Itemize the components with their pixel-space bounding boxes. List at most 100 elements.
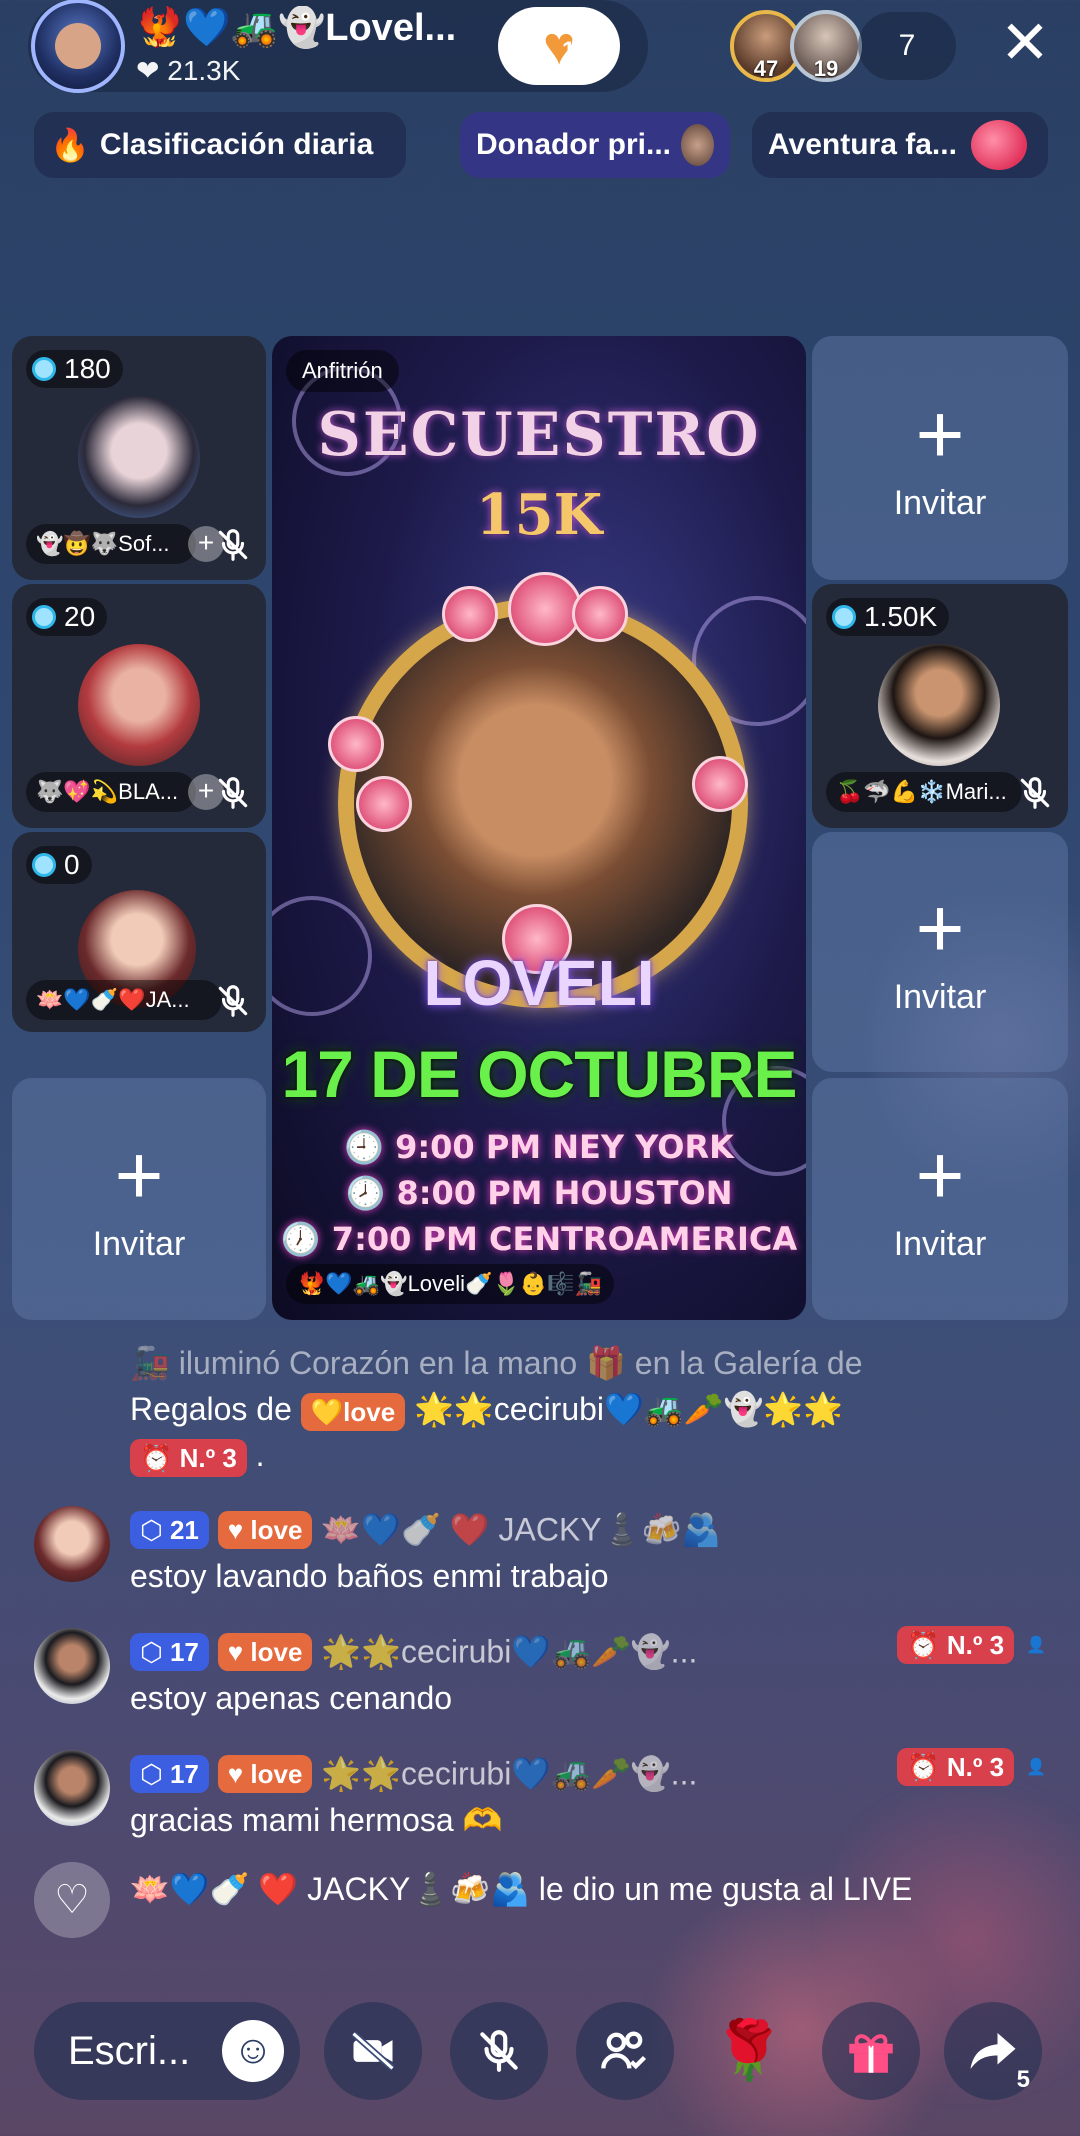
guest-name: 🪷💙🍼❤️JA... — [26, 980, 222, 1020]
mic-off-icon — [480, 2030, 518, 2072]
username: 🌟🌟cecirubi💙🚜🥕👻🌟🌟 — [414, 1391, 844, 1427]
guest-tile[interactable]: 180 👻🤠🐺Sof... + — [12, 336, 266, 580]
rose-decoration — [442, 586, 498, 642]
rose-decoration — [508, 572, 582, 646]
host-video[interactable]: Anfitrión SECUESTRO 15K LOVELI 17 DE OCT… — [272, 336, 806, 1320]
rank-badge: ⏰ N.º 3 — [130, 1438, 247, 1477]
guest-avatar[interactable] — [78, 644, 200, 766]
adventure-chip[interactable]: Aventura fa... — [752, 112, 1048, 178]
gift-button[interactable] — [822, 2002, 920, 2100]
guest-score: 180 — [26, 350, 123, 388]
guest-avatar[interactable] — [78, 396, 200, 518]
mic-off-icon — [218, 777, 248, 809]
guest-name: 🍒🦈💪❄️Mari... — [826, 772, 1022, 812]
love-label: love — [250, 1636, 303, 1667]
heart-mascot-icon — [970, 120, 1027, 170]
guest-name: 👻🤠🐺Sof... — [26, 524, 196, 564]
top-viewer-avatar[interactable]: 19 — [790, 10, 862, 82]
username[interactable]: 🌟🌟cecirubi💙🚜🥕👻... — [321, 1756, 697, 1792]
host-info-pill[interactable]: 🐦‍🔥💙🚜👻Lovel... ❤ 21.3K ♥ 10 — [28, 0, 648, 93]
username[interactable]: 🌟🌟cecirubi💙🚜🥕👻... — [321, 1634, 697, 1670]
guest-tile[interactable]: 20 🐺💖💫BLA... + — [12, 584, 266, 828]
emoji-icon[interactable]: ☺ — [222, 2020, 284, 2082]
chip-label: Clasificación diaria — [99, 128, 374, 161]
poster-name: LOVELI — [423, 947, 655, 1019]
chat-message[interactable]: ⬡ 17 ♥ love 🌟🌟cecirubi💙🚜🥕👻... estoy apen… — [0, 1626, 1080, 1726]
guests-button[interactable] — [576, 2002, 674, 2100]
love-badge: ♥ love — [217, 1754, 313, 1793]
host-avatar[interactable] — [28, 0, 128, 93]
invite-slot[interactable]: + Invitar — [812, 1078, 1068, 1320]
user-avatar[interactable] — [34, 1628, 110, 1704]
rose-gift-button[interactable]: 🌹 — [700, 2002, 798, 2100]
camera-off-icon — [351, 2031, 395, 2071]
daily-ranking-chip[interactable]: 🔥 Clasificación diaria — [34, 112, 406, 178]
rose-decoration — [356, 776, 412, 832]
close-icon[interactable]: ✕ — [992, 12, 1058, 78]
viewer-level: 47 — [753, 56, 779, 81]
invite-slot[interactable]: + Invitar — [812, 832, 1068, 1072]
invite-label: Invitar — [92, 1224, 186, 1263]
love-badge: ♥ love — [217, 1632, 313, 1671]
comment-input[interactable]: Escri... ☺ — [34, 2002, 300, 2100]
donor-avatar — [681, 124, 714, 166]
guest-tile[interactable]: 1.50K 🍒🦈💪❄️Mari... — [812, 584, 1068, 828]
diamond-icon — [32, 357, 56, 381]
invite-slot[interactable]: + Invitar — [812, 336, 1068, 580]
chip-label: Donador pri... — [476, 128, 671, 161]
plus-icon: + — [915, 1127, 965, 1222]
people-check-icon — [601, 2031, 647, 2070]
mic-off-icon — [1020, 777, 1050, 809]
system-text: 🚂 iluminó Corazón en la mano 🎁 en la Gal… — [130, 1345, 863, 1381]
invite-slot[interactable]: + Invitar — [12, 1078, 266, 1320]
share-button[interactable]: 5 — [944, 2002, 1042, 2100]
poster-goal: 15K — [475, 482, 603, 548]
level-value: 17 — [169, 1758, 199, 1789]
rose-decoration — [692, 756, 748, 812]
mic-off-icon — [218, 985, 248, 1017]
guest-avatar[interactable] — [878, 644, 1000, 766]
plus-icon: + — [114, 1127, 164, 1222]
score-value: 180 — [64, 353, 111, 384]
guest-name: 🐺💖💫BLA... — [26, 772, 196, 812]
viewer-count[interactable]: 7 — [858, 12, 956, 80]
love-label: love — [250, 1514, 303, 1545]
level-value: 17 — [169, 1636, 199, 1667]
user-avatar[interactable] — [34, 1750, 110, 1826]
fan-level: 10 — [562, 37, 589, 64]
gift-system-message: 🚂 iluminó Corazón en la mano 🎁 en la Gal… — [0, 1340, 1080, 1490]
camera-off-button[interactable] — [324, 2002, 422, 2100]
level-value: 21 — [169, 1514, 199, 1545]
rose-decoration — [328, 716, 384, 772]
chat-message[interactable]: ⬡ 17 ♥ love 🌟🌟cecirubi💙🚜🥕👻... gracias ma… — [0, 1748, 1080, 1848]
mic-off-icon — [218, 529, 248, 561]
rose-icon: 🌹 — [712, 2018, 786, 2083]
love-badge: ♥ love — [217, 1510, 313, 1549]
guest-score: 20 — [26, 598, 108, 636]
poster-title: SECUESTRO — [317, 400, 761, 470]
level-badge: ⬡ 17 — [130, 1632, 209, 1671]
mic-off-button[interactable] — [450, 2002, 548, 2100]
rank-badge: ⏰ N.º 3 — [897, 1626, 1015, 1664]
chat-message[interactable]: ⬡ 21 ♥ love 🪷💙🍼 ❤️ JACKY♟️🍻🫂 estoy lavan… — [0, 1504, 1080, 1604]
message-text: estoy apenas cenando — [130, 1679, 453, 1716]
input-placeholder: Escri... — [68, 2028, 191, 2073]
fan-club-button[interactable]: ♥ 10 — [498, 7, 620, 85]
user-avatar[interactable] — [34, 1506, 110, 1582]
gift-icon — [849, 2034, 893, 2073]
share-icon — [970, 2033, 1016, 2069]
top-donor-chip[interactable]: Donador pri... — [460, 112, 730, 178]
host-name: 🐦‍🔥💙🚜👻Lovel... — [136, 6, 457, 49]
user-settings-icon[interactable]: 👤 — [1026, 1635, 1046, 1655]
host-likes: ❤ 21.3K — [136, 54, 498, 87]
guest-tile[interactable]: 0 🪷💙🍼❤️JA... — [12, 832, 266, 1032]
invite-label: Invitar — [893, 1224, 987, 1263]
message-text: gracias mami hermosa 🫶 — [130, 1801, 503, 1838]
score-value: 0 — [64, 849, 80, 880]
username[interactable]: 🪷💙🍼 ❤️ JACKY♟️🍻🫂 — [321, 1512, 721, 1548]
poster-date: 17 DE OCTUBRE — [281, 1037, 797, 1111]
system-text: . — [255, 1437, 265, 1473]
level-badge: ⬡ 21 — [130, 1510, 209, 1549]
user-settings-icon[interactable]: 👤 — [1026, 1757, 1046, 1777]
heart-icon[interactable]: ♡ — [34, 1862, 110, 1938]
